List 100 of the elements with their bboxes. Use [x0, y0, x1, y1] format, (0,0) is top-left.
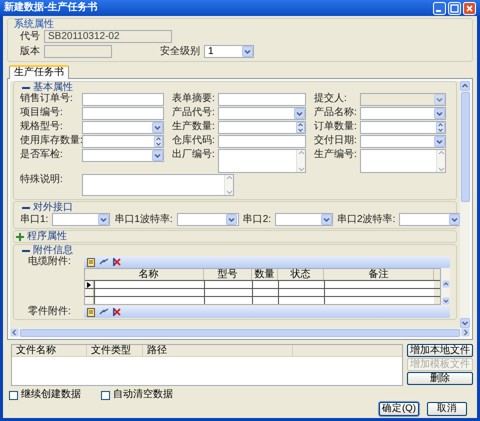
group-title: 附件信息: [33, 245, 73, 256]
field-label: 出厂编号:: [172, 149, 216, 161]
row-header[interactable]: [85, 281, 94, 288]
maximize-button[interactable]: [448, 2, 461, 14]
field-label: 串口1:: [20, 214, 48, 226]
field-label: 生产编号:: [314, 149, 358, 161]
dropdown-field[interactable]: [52, 213, 110, 226]
number-field[interactable]: [360, 121, 446, 134]
table-cell[interactable]: [204, 281, 252, 288]
field-label: 生产数量:: [172, 121, 216, 133]
dropdown-field[interactable]: [218, 107, 306, 120]
tab[interactable]: 生产任务书: [9, 65, 69, 79]
file-button[interactable]: 删除: [407, 372, 473, 385]
spin-arrows-icon[interactable]: [154, 136, 162, 147]
group-title: 系统属性: [14, 19, 55, 30]
table-cell[interactable]: [204, 297, 252, 304]
number-field[interactable]: [218, 121, 306, 134]
table-cell[interactable]: [94, 297, 204, 304]
window-title: 新建数据-生产任务书: [4, 3, 98, 13]
group-title: 程序属性: [27, 231, 67, 242]
table-cell[interactable]: [204, 289, 252, 296]
scroll-up-icon[interactable]: [442, 280, 450, 288]
dropdown-field[interactable]: [275, 213, 334, 226]
checkbox[interactable]: [9, 390, 18, 400]
field-label: 是否军检:: [20, 149, 64, 161]
vertical-scrollbar[interactable]: [460, 81, 470, 328]
dialog-button[interactable]: 确定(Q): [379, 402, 419, 416]
link-icon[interactable]: [99, 258, 109, 266]
scroll-down-icon[interactable]: [460, 318, 470, 328]
field-label: 交付日期:: [314, 135, 358, 147]
close-button[interactable]: [463, 2, 476, 14]
dialog-button[interactable]: 取消: [427, 402, 467, 416]
column-header[interactable]: 文件类型: [87, 345, 143, 356]
table-cell[interactable]: [94, 289, 204, 296]
number-field[interactable]: [82, 135, 164, 148]
table-cell[interactable]: [324, 297, 434, 304]
table-cell[interactable]: [324, 281, 434, 288]
field-label: 提交人:: [314, 93, 348, 105]
field-label: 产品名称:: [314, 107, 358, 119]
table-cell[interactable]: [252, 289, 278, 296]
scroll-down-icon[interactable]: [442, 297, 450, 305]
field-label: 规格型号:: [20, 121, 64, 133]
group-title: 对外接口: [33, 202, 73, 213]
expand-icon[interactable]: [16, 232, 24, 240]
document-icon[interactable]: [87, 258, 95, 266]
text-field[interactable]: [82, 93, 164, 106]
field-label: 订单数量:: [314, 121, 358, 133]
column-header[interactable]: 文件名称: [12, 345, 87, 356]
field-label: 版本: [20, 46, 40, 58]
checkbox-label: 继续创建数据: [21, 389, 81, 401]
table-cell[interactable]: [278, 289, 324, 296]
field-label: 串口2波特率:: [337, 214, 396, 226]
vertical-scrollbar[interactable]: [441, 268, 450, 305]
text-field[interactable]: [218, 135, 306, 148]
group-title: 基本属性: [33, 82, 73, 93]
text-field[interactable]: [218, 93, 306, 106]
column-header[interactable]: 数量: [252, 269, 278, 280]
field-label: 串口2:: [242, 214, 272, 226]
field-label: 产品代号:: [172, 107, 216, 119]
table-cell[interactable]: [278, 297, 324, 304]
spin-arrows-icon[interactable]: [436, 122, 444, 133]
horizontal-scrollbar[interactable]: [10, 328, 470, 337]
column-header[interactable]: 路径: [143, 345, 293, 356]
dropdown-field[interactable]: [399, 213, 460, 226]
field-label: 使用库存数量:: [20, 135, 82, 147]
table-cell[interactable]: [252, 281, 278, 288]
field-label: 项目编号:: [20, 107, 64, 119]
dropdown-field[interactable]: [82, 121, 164, 134]
dropdown-field[interactable]: [82, 149, 164, 162]
table-cell[interactable]: [278, 281, 324, 288]
table-cell[interactable]: [252, 297, 278, 304]
current-row-icon: [87, 282, 91, 288]
dropdown-field[interactable]: [176, 213, 239, 226]
text-field[interactable]: [82, 107, 164, 120]
field-label: 销售订单号:: [20, 93, 74, 105]
field-label: 特殊说明:: [20, 174, 64, 186]
field-label: 仓库代码:: [172, 135, 216, 147]
field-label: 电缆附件:: [28, 256, 72, 268]
document-icon[interactable]: [87, 308, 95, 316]
checkbox-label: 自动清空数据: [113, 389, 173, 401]
file-button[interactable]: 增加本地文件: [407, 344, 473, 357]
minimize-button[interactable]: [433, 2, 446, 14]
table-cell[interactable]: [324, 289, 434, 296]
field-label: 表单摘要:: [172, 93, 216, 105]
field-label: 零件附件:: [28, 306, 72, 318]
link-icon[interactable]: [99, 308, 109, 316]
dropdown-field[interactable]: [360, 135, 446, 148]
scroll-up-icon[interactable]: [460, 81, 470, 91]
dropdown-field[interactable]: [360, 107, 446, 120]
scroll-left-icon[interactable]: [10, 328, 19, 337]
delete-icon[interactable]: [113, 308, 121, 316]
field-label: 代号: [20, 30, 40, 42]
field-label: 串口1波特率:: [114, 214, 173, 226]
dropdown-field[interactable]: 1: [204, 45, 254, 58]
table-cell[interactable]: [94, 281, 204, 288]
checkbox[interactable]: [101, 390, 110, 400]
scroll-right-icon[interactable]: [461, 328, 470, 337]
delete-icon[interactable]: [113, 258, 121, 266]
field-label: 安全级别: [160, 46, 200, 58]
spin-arrows-icon[interactable]: [296, 122, 304, 133]
